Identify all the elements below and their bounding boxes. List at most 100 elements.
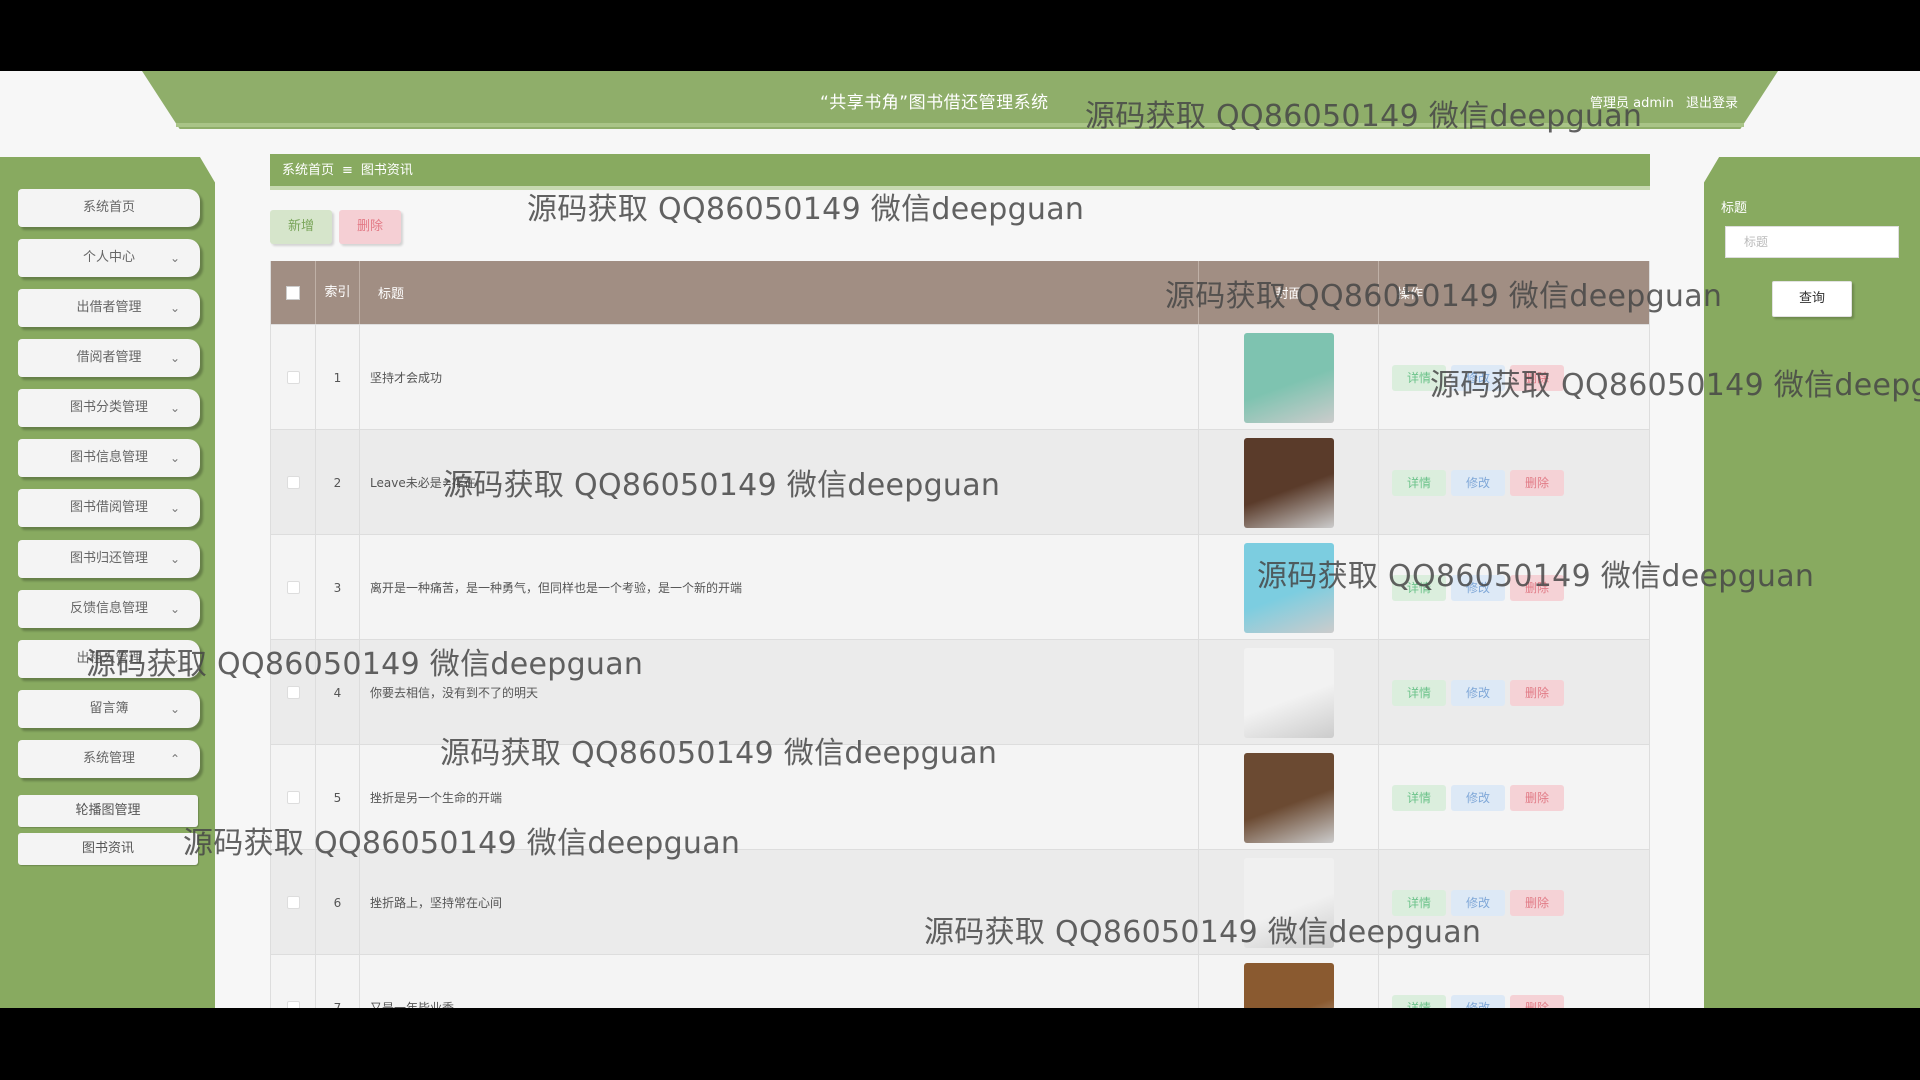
watermark-text: 源码获取 QQ86050149 微信deepguan xyxy=(527,192,1085,227)
row-operations: 详情 修改 删除 xyxy=(1379,640,1649,745)
logout-link[interactable]: 退出登录 xyxy=(1686,96,1738,111)
search-button[interactable]: 查询 xyxy=(1772,281,1852,317)
detail-button[interactable]: 详情 xyxy=(1392,679,1446,706)
sidebar-item-label: 出借者管理 xyxy=(76,300,142,315)
detail-button[interactable]: 详情 xyxy=(1392,994,1446,1008)
row-index: 2 xyxy=(316,430,360,535)
sidebar-item[interactable]: 系统管理 ⌃ xyxy=(18,740,200,778)
sidebar-item[interactable]: 图书归还管理 ⌄ xyxy=(18,540,200,578)
select-all-cell xyxy=(271,261,316,324)
sidebar-item-label: 图书归还管理 xyxy=(69,551,148,566)
sidebar-item[interactable]: 图书借阅管理 ⌄ xyxy=(18,489,200,527)
chevron-icon: ⌃ xyxy=(169,752,180,766)
sidebar-item-label: 系统管理 xyxy=(82,751,135,766)
table-row: 7 又是一年毕业季 详情 修改 删除 xyxy=(271,954,1649,1008)
select-all-checkbox[interactable] xyxy=(286,285,300,300)
row-index: 1 xyxy=(316,325,360,430)
row-image-cell xyxy=(1199,955,1379,1008)
watermark-text: 源码获取 QQ86050149 微信deepguan xyxy=(443,468,1001,503)
add-button[interactable]: 新增 xyxy=(270,210,332,244)
sidebar-item[interactable]: 借阅者管理 ⌄ xyxy=(18,339,200,377)
breadcrumb-current: 图书资讯 xyxy=(360,163,413,178)
batch-delete-button[interactable]: 删除 xyxy=(339,210,401,244)
search-field-label: 标题 xyxy=(1721,201,1748,216)
row-check-cell xyxy=(271,955,316,1008)
row-check-cell xyxy=(271,325,316,430)
row-image-cell xyxy=(1199,325,1379,430)
chevron-icon: ⌄ xyxy=(169,451,180,465)
edit-button[interactable]: 修改 xyxy=(1451,469,1505,496)
detail-button[interactable]: 详情 xyxy=(1392,469,1446,496)
row-checkbox[interactable] xyxy=(286,791,300,804)
watermark-text: 源码获取 QQ86050149 微信deepguan xyxy=(86,647,644,682)
delete-button[interactable]: 删除 xyxy=(1510,469,1564,496)
row-checkbox[interactable] xyxy=(286,686,300,699)
watermark-text: 源码获取 QQ86050149 微信deepguan xyxy=(1085,99,1643,134)
cover-image xyxy=(1243,332,1334,423)
row-check-cell xyxy=(271,850,316,955)
sidebar-item-label: 图书分类管理 xyxy=(69,400,148,415)
screen: “共享书角”图书借还管理系统 管理员 admin 退出登录 系统首页 个人中心 ⌄ 出… xyxy=(0,0,1920,1080)
edit-button[interactable]: 修改 xyxy=(1451,784,1505,811)
cover-image xyxy=(1243,437,1334,528)
watermark-text: 源码获取 QQ86050149 微信deepguan xyxy=(183,826,741,861)
delete-button[interactable]: 删除 xyxy=(1510,994,1564,1008)
chevron-icon: ⌄ xyxy=(169,501,180,515)
sidebar-item-label: 反馈信息管理 xyxy=(69,601,148,616)
watermark-text: 源码获取 QQ86050149 微信deepguan xyxy=(1430,368,1920,403)
sidebar-item[interactable]: 图书分类管理 ⌄ xyxy=(18,389,200,427)
sidebar xyxy=(0,157,215,1008)
breadcrumb-home[interactable]: 系统首页 xyxy=(282,163,334,178)
header-index: 索引 xyxy=(316,261,360,324)
sidebar-item[interactable]: 反馈信息管理 ⌄ xyxy=(18,590,200,628)
sidebar-item-label: 留言簿 xyxy=(89,701,129,716)
chevron-icon: ⌄ xyxy=(169,552,180,566)
sidebar-subitem[interactable]: 轮播图管理 xyxy=(18,795,198,827)
row-checkbox[interactable] xyxy=(286,581,300,594)
row-checkbox[interactable] xyxy=(286,1001,300,1008)
row-title: 又是一年毕业季 xyxy=(360,955,1199,1008)
sidebar-item-label: 图书借阅管理 xyxy=(69,500,148,515)
row-image-cell xyxy=(1199,640,1379,745)
delete-button[interactable]: 删除 xyxy=(1510,889,1564,916)
sidebar-item-label: 借阅者管理 xyxy=(76,350,142,365)
sidebar-item[interactable]: 图书信息管理 ⌄ xyxy=(18,439,200,477)
cover-image xyxy=(1243,752,1334,843)
chevron-icon: ⌄ xyxy=(169,702,180,716)
row-operations: 详情 修改 删除 xyxy=(1379,745,1649,850)
sidebar-item[interactable]: 系统首页 xyxy=(18,189,200,227)
header-title: 标题 xyxy=(360,261,1199,324)
row-checkbox[interactable] xyxy=(286,896,300,909)
row-title: 离开是一种痛苦，是一种勇气，但同样也是一个考验，是一个新的开端 xyxy=(360,535,1199,640)
row-checkbox[interactable] xyxy=(286,371,300,384)
sidebar-item-label: 系统首页 xyxy=(82,200,135,215)
delete-button[interactable]: 删除 xyxy=(1510,784,1564,811)
edit-button[interactable]: 修改 xyxy=(1451,679,1505,706)
sidebar-item[interactable]: 出借者管理 ⌄ xyxy=(18,289,200,327)
row-check-cell xyxy=(271,535,316,640)
row-operations: 详情 修改 删除 xyxy=(1379,955,1649,1008)
edit-button[interactable]: 修改 xyxy=(1451,994,1505,1008)
row-operations: 详情 修改 删除 xyxy=(1379,430,1649,535)
sidebar-subitem[interactable]: 图书资讯 xyxy=(18,833,198,865)
sidebar-item[interactable]: 留言簿 ⌄ xyxy=(18,690,200,728)
watermark-text: 源码获取 QQ86050149 微信deepguan xyxy=(1257,559,1815,594)
row-check-cell xyxy=(271,430,316,535)
chevron-icon: ⌄ xyxy=(169,602,180,616)
search-input[interactable]: 标题 xyxy=(1725,226,1899,258)
delete-button[interactable]: 删除 xyxy=(1510,679,1564,706)
chevron-icon: ⌄ xyxy=(169,301,180,315)
row-title: 坚持才会成功 xyxy=(360,325,1199,430)
chevron-icon: ⌄ xyxy=(169,401,180,415)
detail-button[interactable]: 详情 xyxy=(1392,784,1446,811)
row-index: 3 xyxy=(316,535,360,640)
watermark-text: 源码获取 QQ86050149 微信deepguan xyxy=(924,915,1482,950)
chevron-icon: ⌄ xyxy=(169,351,180,365)
app-window: “共享书角”图书借还管理系统 管理员 admin 退出登录 系统首页 个人中心 ⌄ 出… xyxy=(0,71,1920,1008)
sidebar-item-label: 个人中心 xyxy=(82,250,135,265)
sidebar-item[interactable]: 个人中心 ⌄ xyxy=(18,239,200,277)
breadcrumb-separator: ≡ xyxy=(342,163,353,178)
watermark-text: 源码获取 QQ86050149 微信deepguan xyxy=(1165,279,1723,314)
row-index: 7 xyxy=(316,955,360,1008)
row-checkbox[interactable] xyxy=(286,476,300,489)
